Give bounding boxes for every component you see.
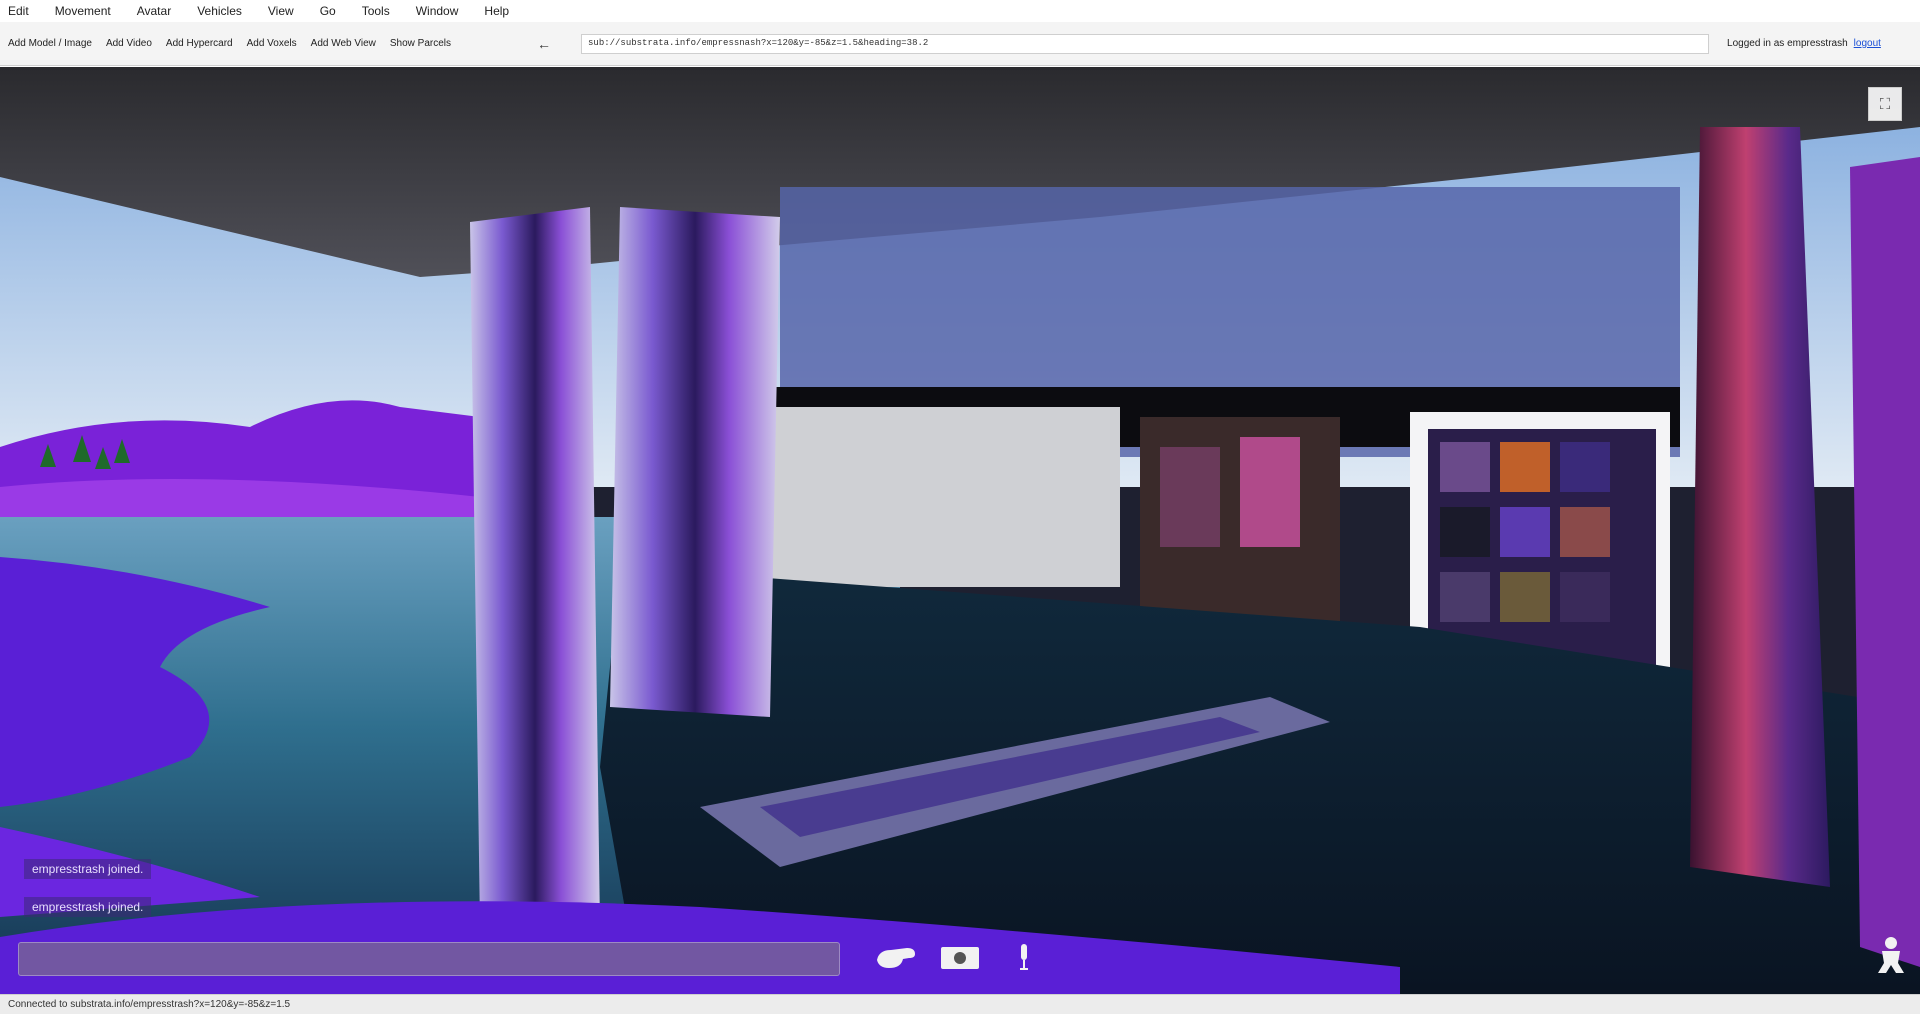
chat-input[interactable]	[18, 942, 840, 976]
menu-movement[interactable]: Movement	[55, 4, 111, 18]
add-video-button[interactable]: Add Video	[106, 38, 152, 49]
menu-view[interactable]: View	[268, 4, 294, 18]
status-bar: Connected to substrata.info/empresstrash…	[0, 994, 1920, 1014]
add-model-image-button[interactable]: Add Model / Image	[8, 38, 92, 49]
add-voxels-button[interactable]: Add Voxels	[247, 38, 297, 49]
add-hypercard-button[interactable]: Add Hypercard	[166, 38, 233, 49]
menu-avatar[interactable]: Avatar	[137, 4, 171, 18]
url-field[interactable]: sub://substrata.info/empressnash?x=120&y…	[581, 33, 1710, 54]
menu-bar: Edit Movement Avatar Vehicles View Go To…	[0, 0, 1920, 22]
menu-help[interactable]: Help	[484, 4, 509, 18]
show-parcels-button[interactable]: Show Parcels	[390, 38, 451, 49]
microphone-icon[interactable]	[1012, 935, 1036, 979]
chat-log: empresstrash joined. empresstrash joined…	[24, 859, 324, 935]
chat-message: empresstrash joined.	[24, 897, 152, 917]
menu-edit[interactable]: Edit	[8, 4, 29, 18]
add-web-view-button[interactable]: Add Web View	[311, 38, 376, 49]
menu-vehicles[interactable]: Vehicles	[197, 4, 242, 18]
scene-render	[0, 67, 1920, 994]
chat-message: empresstrash joined.	[24, 859, 152, 879]
toolbar: Add Model / Image Add Video Add Hypercar…	[0, 22, 1920, 66]
menu-go[interactable]: Go	[320, 4, 336, 18]
menu-window[interactable]: Window	[416, 4, 459, 18]
login-status: Logged in as empresstrash	[1727, 38, 1848, 49]
avatar-icon[interactable]	[1874, 935, 1908, 975]
gesture-icon[interactable]	[872, 935, 920, 979]
menu-tools[interactable]: Tools	[362, 4, 390, 18]
fullscreen-icon[interactable]: ⛶	[1868, 87, 1902, 121]
logout-link[interactable]: logout	[1854, 38, 1881, 49]
back-arrow-icon[interactable]: ←	[537, 36, 551, 52]
camera-icon[interactable]	[936, 935, 984, 979]
3d-viewport[interactable]: ⛶ empresstrash joined. empresstrash join…	[0, 67, 1920, 994]
